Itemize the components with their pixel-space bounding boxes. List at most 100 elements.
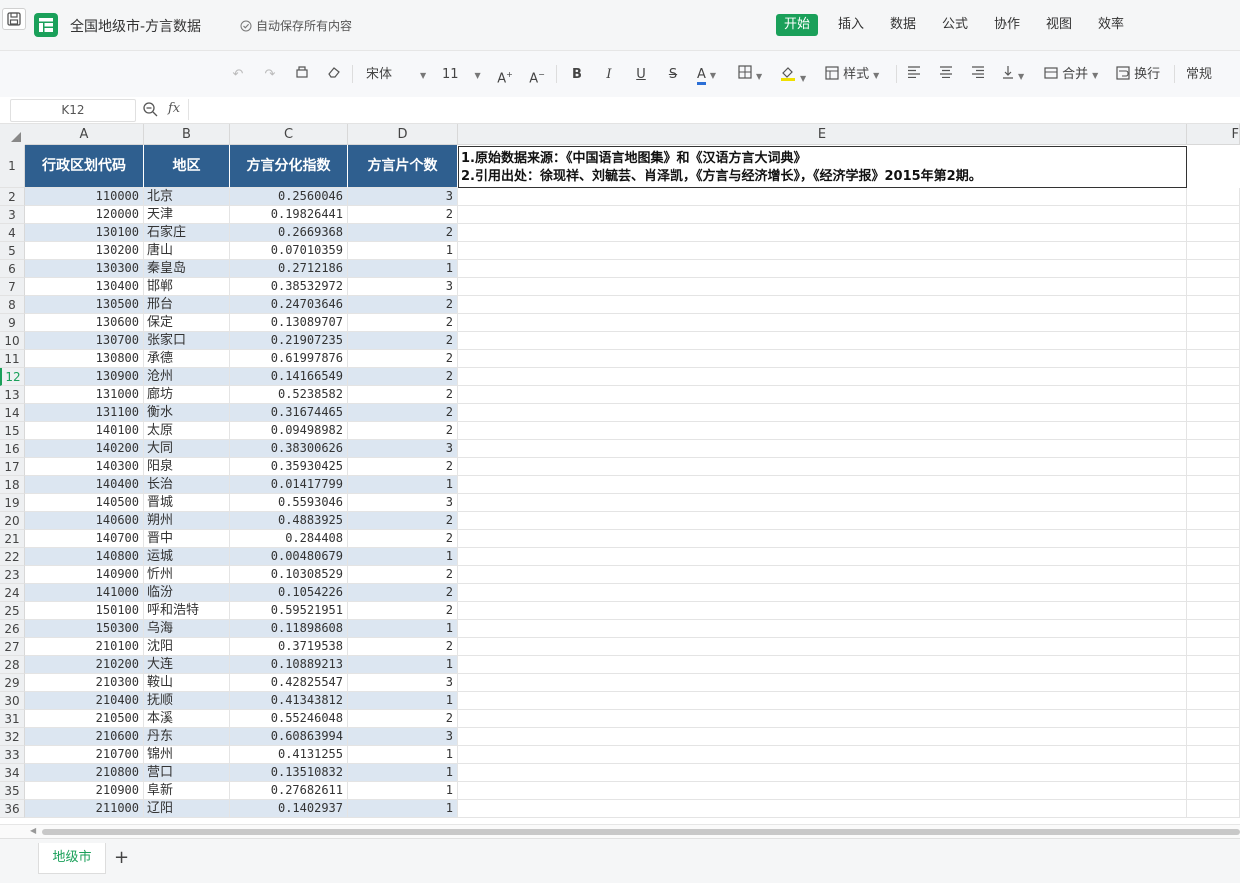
cell-empty[interactable] bbox=[1187, 746, 1240, 764]
cell-count[interactable]: 2 bbox=[348, 296, 458, 314]
scroll-left-icon[interactable]: ◀ bbox=[30, 826, 36, 835]
number-format-select[interactable]: 常规 bbox=[1186, 65, 1216, 85]
cell-empty[interactable] bbox=[458, 350, 1187, 368]
cell-empty[interactable] bbox=[458, 764, 1187, 782]
cell-index[interactable]: 0.13510832 bbox=[230, 764, 348, 782]
cell-region[interactable]: 长治 bbox=[144, 476, 230, 494]
select-all-corner[interactable] bbox=[0, 124, 26, 146]
cell-empty[interactable] bbox=[1187, 710, 1240, 728]
cell-empty[interactable] bbox=[1187, 332, 1240, 350]
cell-code[interactable]: 130400 bbox=[25, 278, 144, 296]
cell-region[interactable]: 辽阳 bbox=[144, 800, 230, 818]
cell-region[interactable]: 天津 bbox=[144, 206, 230, 224]
cell-empty[interactable] bbox=[1187, 458, 1240, 476]
row-header[interactable]: 30 bbox=[0, 692, 25, 710]
cell-count[interactable]: 3 bbox=[348, 494, 458, 512]
vertical-align-icon[interactable]: ▼ bbox=[1002, 65, 1030, 85]
cell-empty[interactable] bbox=[1187, 314, 1240, 332]
cell-count[interactable]: 2 bbox=[348, 602, 458, 620]
cell-code[interactable]: 140800 bbox=[25, 548, 144, 566]
cell-count[interactable]: 2 bbox=[348, 332, 458, 350]
cell-count[interactable]: 2 bbox=[348, 422, 458, 440]
cell-empty[interactable] bbox=[458, 692, 1187, 710]
borders-icon[interactable]: ▼ bbox=[738, 65, 768, 85]
cell-empty[interactable] bbox=[458, 224, 1187, 242]
cell-code[interactable]: 140600 bbox=[25, 512, 144, 530]
row-header[interactable]: 4 bbox=[0, 224, 25, 242]
menu-insert[interactable]: 插入 bbox=[830, 14, 872, 36]
cell-code[interactable]: 210600 bbox=[25, 728, 144, 746]
cell-region[interactable]: 阳泉 bbox=[144, 458, 230, 476]
row-header[interactable]: 1 bbox=[0, 145, 25, 188]
cell-region[interactable]: 大连 bbox=[144, 656, 230, 674]
increase-font-icon[interactable]: A+ bbox=[496, 65, 514, 86]
cell-count[interactable]: 2 bbox=[348, 458, 458, 476]
row-header[interactable]: 17 bbox=[0, 458, 25, 476]
cell-index[interactable]: 0.5593046 bbox=[230, 494, 348, 512]
row-header[interactable]: 15 bbox=[0, 422, 25, 440]
cell-count[interactable]: 1 bbox=[348, 242, 458, 260]
cell-index[interactable]: 0.55246048 bbox=[230, 710, 348, 728]
cell-code[interactable]: 210900 bbox=[25, 782, 144, 800]
cell-count[interactable]: 2 bbox=[348, 638, 458, 656]
row-header[interactable]: 36 bbox=[0, 800, 25, 818]
cell-empty[interactable] bbox=[1187, 188, 1240, 206]
cell-empty[interactable] bbox=[1187, 638, 1240, 656]
cell-region[interactable]: 北京 bbox=[144, 188, 230, 206]
row-header[interactable]: 33 bbox=[0, 746, 25, 764]
bold-icon[interactable]: B bbox=[570, 65, 584, 85]
cell-region[interactable]: 乌海 bbox=[144, 620, 230, 638]
row-header[interactable]: 16 bbox=[0, 440, 25, 458]
row-header[interactable]: 11 bbox=[0, 350, 25, 368]
cell-code[interactable]: 110000 bbox=[25, 188, 144, 206]
cell-empty[interactable] bbox=[458, 674, 1187, 692]
row-header[interactable]: 13 bbox=[0, 386, 25, 404]
strikethrough-icon[interactable]: S bbox=[666, 65, 680, 85]
cell-region[interactable]: 朔州 bbox=[144, 512, 230, 530]
cell-region[interactable]: 锦州 bbox=[144, 746, 230, 764]
menu-collaborate[interactable]: 协作 bbox=[986, 14, 1028, 36]
cell-count[interactable]: 2 bbox=[348, 224, 458, 242]
cell-empty[interactable] bbox=[458, 278, 1187, 296]
cell-code[interactable]: 130600 bbox=[25, 314, 144, 332]
row-header[interactable]: 10 bbox=[0, 332, 25, 350]
cell-code[interactable]: 210200 bbox=[25, 656, 144, 674]
cell-empty[interactable] bbox=[1187, 674, 1240, 692]
cell-index[interactable]: 0.1402937 bbox=[230, 800, 348, 818]
cell-empty[interactable] bbox=[458, 512, 1187, 530]
cell-index[interactable]: 0.07010359 bbox=[230, 242, 348, 260]
cell-count[interactable]: 1 bbox=[348, 548, 458, 566]
header-cell-region[interactable]: 地区 bbox=[144, 145, 230, 188]
cell-index[interactable]: 0.4131255 bbox=[230, 746, 348, 764]
cell-region[interactable]: 阜新 bbox=[144, 782, 230, 800]
cell-index[interactable]: 0.35930425 bbox=[230, 458, 348, 476]
cell-region[interactable]: 保定 bbox=[144, 314, 230, 332]
row-header[interactable]: 25 bbox=[0, 602, 25, 620]
cell-empty[interactable] bbox=[1187, 386, 1240, 404]
cell-empty[interactable] bbox=[1187, 728, 1240, 746]
cell-empty[interactable] bbox=[458, 440, 1187, 458]
cell-code[interactable]: 210400 bbox=[25, 692, 144, 710]
cell-style-button[interactable]: 样式 ▼ bbox=[825, 65, 887, 85]
row-header[interactable]: 27 bbox=[0, 638, 25, 656]
cell-empty[interactable] bbox=[1187, 278, 1240, 296]
cell-empty[interactable] bbox=[1187, 602, 1240, 620]
cell-count[interactable]: 1 bbox=[348, 692, 458, 710]
cell-empty[interactable] bbox=[458, 368, 1187, 386]
cell-code[interactable]: 130100 bbox=[25, 224, 144, 242]
cell-count[interactable]: 1 bbox=[348, 800, 458, 818]
cell-index[interactable]: 0.10889213 bbox=[230, 656, 348, 674]
cell-count[interactable]: 3 bbox=[348, 440, 458, 458]
column-header-c[interactable]: C bbox=[230, 124, 348, 145]
cell-index[interactable]: 0.13089707 bbox=[230, 314, 348, 332]
cell-empty[interactable] bbox=[458, 296, 1187, 314]
align-right-icon[interactable] bbox=[970, 65, 986, 85]
cell-empty[interactable] bbox=[1187, 566, 1240, 584]
cell-index[interactable]: 0.11898608 bbox=[230, 620, 348, 638]
cell-index[interactable]: 0.14166549 bbox=[230, 368, 348, 386]
cell-count[interactable]: 1 bbox=[348, 782, 458, 800]
cell-count[interactable]: 1 bbox=[348, 476, 458, 494]
cell-code[interactable]: 140300 bbox=[25, 458, 144, 476]
cell-code[interactable]: 131100 bbox=[25, 404, 144, 422]
cell-index[interactable]: 0.41343812 bbox=[230, 692, 348, 710]
